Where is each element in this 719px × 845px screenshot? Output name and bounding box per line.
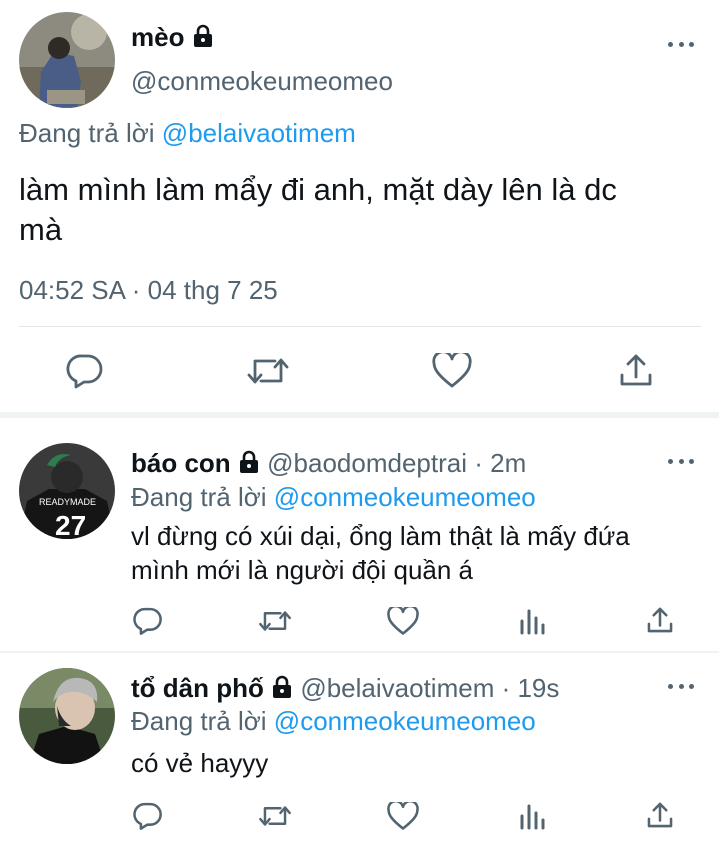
lock-icon: [238, 450, 260, 481]
reply-context: Đang trả lời @conmeokeumeomeo: [131, 482, 536, 513]
tweet-text: có vẻ hayyy: [131, 746, 268, 780]
share-icon[interactable]: [645, 605, 675, 635]
divider: [19, 326, 701, 327]
tweet-time[interactable]: · 19s: [502, 673, 560, 703]
share-icon[interactable]: [645, 800, 675, 830]
author-row: tổ dân phố @belaivaotimem · 19s: [131, 673, 559, 706]
tweet-text-line: vl đừng có xúi dại, ổng làm thật là mấy …: [131, 521, 630, 551]
section-divider: [0, 412, 719, 418]
reply-to-link[interactable]: @conmeokeumeomeo: [274, 482, 536, 512]
tweet-text: vl đừng có xúi dại, ổng làm thật là mấy …: [131, 519, 630, 587]
tweet-timestamp[interactable]: 04:52 SA · 04 thg 7 25: [19, 275, 278, 306]
reply-context: Đang trả lời @conmeokeumeomeo: [131, 706, 536, 737]
reply-prefix: Đang trả lời: [19, 118, 155, 148]
retweet-icon[interactable]: [246, 353, 290, 389]
retweet-icon[interactable]: [258, 802, 292, 830]
svg-text:READYMADE: READYMADE: [39, 497, 96, 507]
author-name-row: mèo: [131, 22, 214, 55]
analytics-icon[interactable]: [519, 802, 545, 830]
reply-context: Đang trả lời @belaivaotimem: [19, 118, 356, 149]
retweet-icon[interactable]: [258, 607, 292, 635]
author-name[interactable]: tổ dân phố: [131, 673, 264, 703]
like-icon[interactable]: [387, 802, 419, 831]
share-icon[interactable]: [617, 351, 655, 389]
tweet-text: làm mình làm mẩy đi anh, mặt dày lên là …: [19, 170, 617, 250]
like-icon[interactable]: [432, 353, 472, 389]
reply-prefix: Đang trả lời: [131, 482, 267, 512]
reply-to-link[interactable]: @conmeokeumeomeo: [274, 706, 536, 736]
author-handle[interactable]: @belaivaotimem: [300, 673, 494, 703]
tweet-time[interactable]: · 2m: [474, 448, 526, 478]
author-name[interactable]: báo con: [131, 448, 231, 478]
lock-icon: [192, 24, 214, 55]
author-handle[interactable]: @conmeokeumeomeo: [131, 66, 393, 97]
more-options-icon[interactable]: [668, 681, 694, 691]
like-icon[interactable]: [387, 607, 419, 636]
divider: [0, 651, 719, 653]
tweet-text-line: mà: [19, 212, 63, 247]
reply-to-link[interactable]: @belaivaotimem: [162, 118, 356, 148]
avatar[interactable]: [19, 12, 115, 108]
tweet-text-line: có vẻ hayyy: [131, 748, 269, 778]
tweet-text-line: mình mới là người đội quần á: [131, 555, 474, 585]
reply-icon[interactable]: [133, 606, 163, 636]
more-options-icon[interactable]: [668, 456, 694, 466]
analytics-icon[interactable]: [519, 607, 545, 635]
author-handle[interactable]: @baodomdeptrai: [267, 448, 467, 478]
more-options-icon[interactable]: [668, 39, 694, 49]
reply-prefix: Đang trả lời: [131, 706, 267, 736]
reply-icon[interactable]: [66, 353, 104, 389]
svg-text:27: 27: [55, 510, 86, 539]
author-row: báo con @baodomdeptrai · 2m: [131, 448, 526, 481]
avatar[interactable]: READYMADE 27: [19, 443, 115, 539]
reply-icon[interactable]: [133, 801, 163, 831]
lock-icon: [271, 675, 293, 706]
author-name[interactable]: mèo: [131, 22, 184, 52]
avatar[interactable]: [19, 668, 115, 764]
tweet-text-line: làm mình làm mẩy đi anh, mặt dày lên là …: [19, 172, 617, 207]
